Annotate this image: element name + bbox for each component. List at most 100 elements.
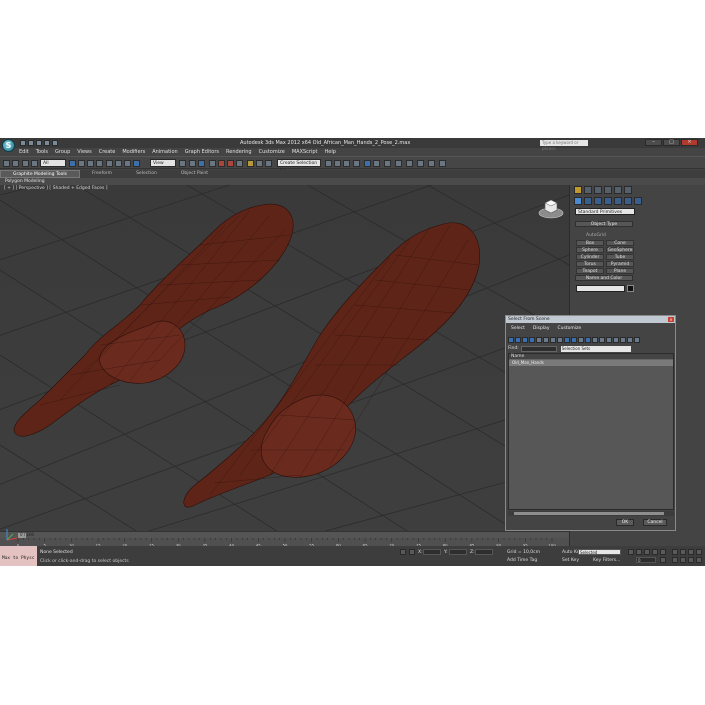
x-coordinate-field[interactable] <box>423 549 441 555</box>
motion-tab-icon[interactable] <box>604 186 612 194</box>
menu-modifiers[interactable]: Modifiers <box>122 149 145 155</box>
display-lights-icon[interactable] <box>522 336 528 343</box>
menu-edit[interactable]: Edit <box>19 149 29 155</box>
menu-graph-editors[interactable]: Graph Editors <box>185 149 219 155</box>
cameras-icon[interactable] <box>604 197 612 205</box>
display-invert-icon[interactable] <box>599 336 605 343</box>
left-hand-mesh[interactable] <box>13 203 294 437</box>
search-input[interactable]: Type a keyword or phrase <box>540 140 588 151</box>
display-frozen-icon[interactable] <box>578 336 584 343</box>
environment-icon[interactable] <box>428 160 435 167</box>
time-slider[interactable]: 0 / 100 <box>0 531 569 538</box>
cancel-button[interactable]: Cancel <box>643 519 667 526</box>
undo-icon[interactable] <box>44 140 50 146</box>
selection-sets-dropdown[interactable]: Selection Sets <box>560 345 631 352</box>
pyramid-button[interactable]: Pyramid <box>606 261 634 267</box>
box-button[interactable]: Box <box>576 240 604 246</box>
viewport-label[interactable]: [ + ] [ Perspective ] [ Shaded + Edged F… <box>4 186 108 191</box>
torus-button[interactable]: Torus <box>576 261 604 267</box>
add-time-tag-button[interactable]: Add Time Tag <box>507 558 537 563</box>
utilities-tab-icon[interactable] <box>624 186 632 194</box>
select-manipulate-icon[interactable] <box>133 160 140 167</box>
unlink-icon[interactable] <box>31 160 38 167</box>
maximize-viewport-icon[interactable] <box>696 557 702 563</box>
undo-icon[interactable] <box>3 160 10 167</box>
save-file-icon[interactable] <box>36 140 42 146</box>
zoom-extents-icon[interactable] <box>688 549 694 555</box>
redo-icon[interactable] <box>52 140 58 146</box>
schematic-view-icon[interactable] <box>353 160 360 167</box>
display-none-icon[interactable] <box>592 336 598 343</box>
key-filter-dropdown[interactable]: Selected <box>578 549 621 555</box>
snap-toggle-icon[interactable] <box>209 160 216 167</box>
menu-group[interactable]: Group <box>55 149 70 155</box>
object-type-rollout[interactable]: Object Type <box>575 221 633 227</box>
hierarchy-tab-icon[interactable] <box>594 186 602 194</box>
modify-tab-icon[interactable] <box>584 186 592 194</box>
display-cameras-icon[interactable] <box>529 336 535 343</box>
orbit-icon[interactable] <box>688 557 694 563</box>
select-by-name-icon[interactable] <box>78 160 85 167</box>
mirror-icon[interactable] <box>256 160 263 167</box>
select-manipulate-icon[interactable] <box>189 160 196 167</box>
display-helpers-icon[interactable] <box>536 336 542 343</box>
reference-coordinate-dropdown[interactable]: View <box>150 159 176 167</box>
scene-object-list[interactable]: Name Old_Man_Hands <box>508 353 674 510</box>
display-geometry-icon[interactable] <box>508 336 514 343</box>
menu-animation[interactable]: Animation <box>152 149 178 155</box>
shapes-icon[interactable] <box>584 197 592 205</box>
lock-selection-icon[interactable] <box>400 549 406 555</box>
menu-views[interactable]: Views <box>77 149 91 155</box>
tab-graphite-modeling-tools[interactable]: Graphite Modeling Tools <box>0 170 81 178</box>
filter-icon[interactable] <box>634 336 640 343</box>
display-xrefs-icon[interactable] <box>557 336 563 343</box>
render-production-icon[interactable] <box>395 160 402 167</box>
tab-freeform[interactable]: Freeform <box>80 170 124 178</box>
systems-icon[interactable] <box>634 197 642 205</box>
plane-button[interactable]: Plane <box>606 268 634 274</box>
set-key-button[interactable]: Set Key <box>562 558 579 563</box>
find-input[interactable] <box>520 345 557 352</box>
window-crossing-icon[interactable] <box>96 160 103 167</box>
next-frame-icon[interactable] <box>652 549 658 555</box>
menu-help[interactable]: Help <box>325 149 336 155</box>
display-containers-icon[interactable] <box>571 336 577 343</box>
angle-snap-icon[interactable] <box>218 160 225 167</box>
new-file-icon[interactable] <box>20 140 26 146</box>
menu-maxscript[interactable]: MAXScript <box>292 149 318 155</box>
current-frame-field[interactable]: 0 <box>636 557 656 563</box>
field-of-view-icon[interactable] <box>672 557 678 563</box>
select-all-icon[interactable] <box>606 336 612 343</box>
autogrid-checkbox[interactable]: AutoGrid <box>586 233 606 238</box>
menu-create[interactable]: Create <box>99 149 116 155</box>
space-warps-icon[interactable] <box>624 197 632 205</box>
tab-object-paint[interactable]: Object Paint <box>169 170 220 178</box>
teapot-button[interactable]: Teapot <box>576 268 604 274</box>
named-selection-dropdown[interactable]: Create Selection Se <box>277 159 321 174</box>
app-logo-icon[interactable]: S <box>2 139 15 152</box>
z-coordinate-field[interactable] <box>475 549 493 555</box>
region-select-icon[interactable] <box>87 160 94 167</box>
display-shapes-icon[interactable] <box>515 336 521 343</box>
dialog-menu-customize[interactable]: Customize <box>557 326 581 331</box>
create-tab-icon[interactable] <box>574 186 582 194</box>
go-to-end-icon[interactable] <box>660 549 666 555</box>
scale-icon[interactable] <box>124 160 131 167</box>
list-item[interactable]: Old_Man_Hands <box>509 360 673 366</box>
absolute-mode-icon[interactable] <box>409 549 415 555</box>
display-tab-icon[interactable] <box>614 186 622 194</box>
tube-button[interactable]: Tube <box>606 254 634 260</box>
time-configuration-icon[interactable] <box>660 557 666 563</box>
layer-manager-icon[interactable] <box>325 160 332 167</box>
activeshade-icon[interactable] <box>417 160 424 167</box>
menu-customize[interactable]: Customize <box>259 149 285 155</box>
rotate-icon[interactable] <box>115 160 122 167</box>
zoom-icon[interactable] <box>672 549 678 555</box>
display-space-warps-icon[interactable] <box>543 336 549 343</box>
object-name-input[interactable] <box>576 285 625 292</box>
maxscript-listener[interactable]: Max to Physc <box>0 546 37 566</box>
zoom-all-icon[interactable] <box>680 549 686 555</box>
horizontal-scrollbar[interactable] <box>508 511 674 516</box>
menu-rendering[interactable]: Rendering <box>226 149 252 155</box>
ribbon-panel-polygon-modeling[interactable]: Polygon Modeling <box>0 178 705 185</box>
